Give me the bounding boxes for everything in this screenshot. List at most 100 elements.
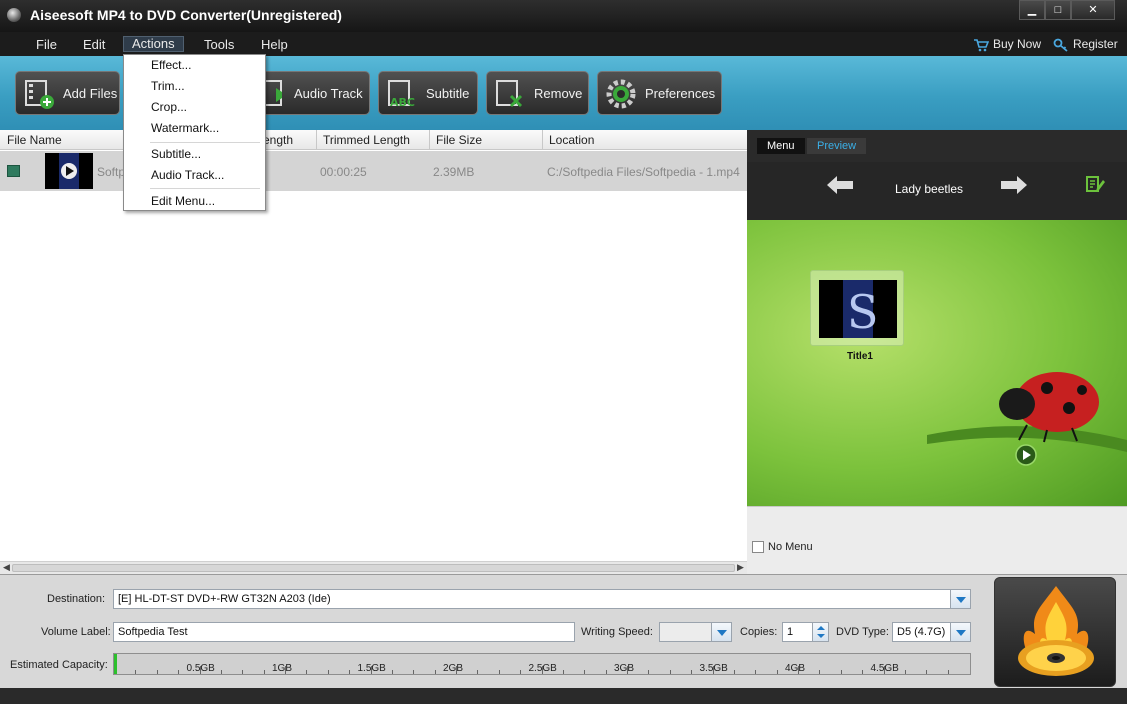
chevron-down-icon[interactable] — [950, 590, 970, 608]
col-trimmed-length[interactable]: Trimmed Length — [323, 133, 410, 147]
row-checkbox[interactable] — [7, 165, 20, 177]
col-file-name[interactable]: File Name — [7, 133, 62, 147]
remove-button[interactable]: Remove — [486, 71, 589, 115]
menu-file[interactable]: File — [36, 37, 57, 52]
destination-label: Destination: — [47, 593, 106, 605]
capacity-fill — [114, 654, 117, 674]
row-file-name: Softp — [97, 165, 126, 179]
capacity-tick-label: 0.5GB — [186, 663, 215, 674]
menu-item-trim[interactable]: Trim... — [151, 79, 185, 93]
col-length[interactable]: ength — [263, 133, 293, 147]
capacity-tick-label: 1.5GB — [357, 663, 386, 674]
capacity-minor-tick — [477, 670, 479, 674]
title-thumbnail-frame[interactable]: S — [810, 270, 904, 346]
capacity-minor-tick — [434, 670, 436, 674]
estimated-capacity-label: Estimated Capacity: — [10, 659, 108, 671]
writing-speed-label: Writing Speed: — [581, 626, 653, 638]
no-menu-label: No Menu — [768, 541, 813, 553]
subtitle-button[interactable]: ABC Subtitle — [378, 71, 478, 115]
scroll-left-icon[interactable]: ◀ — [3, 562, 10, 573]
add-files-button[interactable]: Add Files — [15, 71, 120, 115]
capacity-minor-tick — [755, 670, 757, 674]
actions-dropdown-menu: Effect... Trim... Crop... Watermark... S… — [123, 54, 266, 211]
register-link[interactable]: Register — [1053, 37, 1118, 52]
minimize-button[interactable]: ▁ — [1019, 0, 1045, 20]
window-title: Aiseesoft MP4 to DVD Converter(Unregiste… — [30, 7, 342, 23]
title-label: Title1 — [847, 351, 873, 362]
menu-item-watermark[interactable]: Watermark... — [151, 121, 219, 135]
no-menu-area: No Menu — [747, 506, 1127, 574]
scroll-right-icon[interactable]: ▶ — [737, 562, 744, 573]
burn-button[interactable] — [994, 577, 1116, 687]
capacity-minor-tick — [327, 670, 329, 674]
capacity-minor-tick — [947, 670, 949, 674]
buy-now-label: Buy Now — [993, 37, 1042, 51]
column-divider[interactable] — [429, 130, 430, 150]
gear-icon — [606, 79, 636, 109]
capacity-minor-tick — [819, 670, 821, 674]
capacity-minor-tick — [391, 670, 393, 674]
chevron-down-icon[interactable] — [950, 623, 970, 641]
register-label: Register — [1073, 37, 1118, 51]
capacity-minor-tick — [776, 670, 778, 674]
copies-label: Copies: — [740, 626, 778, 638]
close-button[interactable]: ✕ — [1071, 0, 1115, 20]
dvd-type-select[interactable]: D5 (4.7G) — [892, 622, 971, 642]
menu-item-audio-track[interactable]: Audio Track... — [151, 168, 224, 182]
menu-separator — [150, 188, 260, 189]
destination-value: [E] HL-DT-ST DVD+-RW GT32N A203 (Ide) — [118, 593, 331, 605]
menu-item-crop[interactable]: Crop... — [151, 100, 187, 114]
chevron-down-icon[interactable] — [711, 623, 731, 641]
col-location[interactable]: Location — [549, 133, 594, 147]
arrow-left-icon[interactable] — [827, 176, 853, 194]
app-logo-icon — [7, 8, 21, 22]
capacity-minor-tick — [306, 670, 308, 674]
audio-track-label: Audio Track — [294, 86, 363, 101]
audio-track-button[interactable]: Audio Track — [250, 71, 370, 115]
buy-now-link[interactable]: Buy Now — [973, 37, 1041, 52]
status-bar — [0, 688, 1127, 704]
menu-item-subtitle[interactable]: Subtitle... — [151, 147, 201, 161]
play-icon — [59, 153, 79, 189]
menu-actions[interactable]: Actions — [123, 36, 184, 52]
tab-menu[interactable]: Menu — [757, 138, 805, 154]
scrollbar-thumb[interactable] — [12, 564, 735, 572]
col-file-size[interactable]: File Size — [436, 133, 482, 147]
row-location: C:/Softpedia Files/Softpedia - 1.mp4 — [547, 165, 740, 179]
menu-preview-panel: Menu Preview Lady beetles S Title1 No Me… — [747, 130, 1127, 574]
title-bar: Aiseesoft MP4 to DVD Converter(Unregiste… — [0, 0, 1127, 32]
template-name: Lady beetles — [895, 182, 964, 196]
capacity-minor-tick — [669, 670, 671, 674]
writing-speed-select[interactable] — [659, 622, 732, 642]
spin-arrows-icon[interactable] — [812, 623, 828, 641]
file-list-panel: File Name ength Trimmed Length File Size… — [0, 130, 747, 574]
capacity-bar: 0.5GB 1GB 1.5GB 2GB 2.5GB 3GB 3.5GB 4GB 4.5GB — [113, 653, 971, 675]
copies-stepper[interactable]: 1 — [782, 622, 829, 642]
copies-value: 1 — [787, 626, 794, 638]
arrow-right-icon[interactable] — [1001, 176, 1027, 194]
template-navigator: Lady beetles — [747, 162, 1127, 220]
menu-help[interactable]: Help — [261, 37, 288, 52]
edit-menu-icon[interactable] — [1085, 174, 1105, 194]
column-divider[interactable] — [316, 130, 317, 150]
capacity-minor-tick — [733, 670, 735, 674]
volume-label-input[interactable]: Softpedia Test — [113, 622, 575, 642]
tab-preview[interactable]: Preview — [807, 138, 867, 154]
no-menu-checkbox[interactable] — [752, 541, 764, 553]
menu-edit[interactable]: Edit — [83, 37, 105, 52]
file-list-header: File Name ength Trimmed Length File Size… — [0, 130, 747, 150]
preferences-button[interactable]: Preferences — [597, 71, 722, 115]
maximize-button[interactable]: □ — [1045, 0, 1071, 20]
column-divider[interactable] — [542, 130, 543, 150]
menu-bar: File Edit Actions Tools Help Buy Now Reg… — [0, 32, 1127, 56]
menu-tools[interactable]: Tools — [204, 37, 234, 52]
dvd-type-label: DVD Type: — [836, 626, 889, 638]
capacity-minor-tick — [840, 670, 842, 674]
horizontal-scrollbar[interactable]: ◀ ▶ — [0, 561, 747, 574]
play-button-icon[interactable] — [1015, 444, 1037, 466]
table-row[interactable]: Softp 00:00:25 2.39MB C:/Softpedia Files… — [0, 151, 747, 191]
menu-item-effect[interactable]: Effect... — [151, 58, 191, 72]
menu-item-edit-menu[interactable]: Edit Menu... — [151, 194, 215, 208]
destination-select[interactable]: [E] HL-DT-ST DVD+-RW GT32N A203 (Ide) — [113, 589, 971, 609]
volume-label-label: Volume Label: — [41, 626, 111, 638]
